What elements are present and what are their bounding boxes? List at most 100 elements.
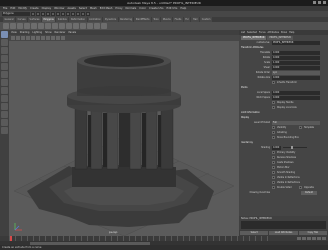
go-to-start-icon[interactable] xyxy=(297,237,301,240)
show-manipulator-icon[interactable] xyxy=(1,87,8,94)
display-handle-checkbox[interactable] xyxy=(272,101,275,104)
snap-curve-icon[interactable] xyxy=(66,12,70,16)
poly-sphere-icon[interactable] xyxy=(3,23,9,29)
lasso-tool-icon[interactable] xyxy=(1,39,8,46)
merge-icon[interactable] xyxy=(94,23,100,29)
graph-layout-icon[interactable] xyxy=(1,119,8,126)
select-button[interactable]: Select xyxy=(240,231,269,235)
play-back-icon[interactable] xyxy=(307,237,311,240)
minimize-icon[interactable] xyxy=(313,1,316,4)
visible-reflections-checkbox[interactable] xyxy=(272,176,275,179)
bbox-checkbox[interactable] xyxy=(272,136,275,139)
append-icon[interactable] xyxy=(73,23,79,29)
lights-icon[interactable] xyxy=(51,36,55,40)
display-axis-checkbox[interactable] xyxy=(272,106,275,109)
scale-field[interactable]: 1.000 xyxy=(272,61,320,65)
camera-icon[interactable] xyxy=(11,36,15,40)
split-icon[interactable] xyxy=(80,23,86,29)
receive-shadows-checkbox[interactable] xyxy=(272,156,275,159)
default-button[interactable]: Default xyxy=(301,190,317,195)
manipulator-tool-icon[interactable] xyxy=(1,71,8,78)
ae-menu-item[interactable]: Help xyxy=(289,30,294,35)
new-scene-icon[interactable] xyxy=(31,12,35,16)
camera-attributes-icon[interactable] xyxy=(16,36,20,40)
poly-cone-icon[interactable] xyxy=(24,23,30,29)
soft-mod-tool-icon[interactable] xyxy=(1,79,8,86)
section-pivots[interactable]: Pivots xyxy=(241,86,248,89)
wireframe-icon[interactable] xyxy=(36,36,40,40)
play-forward-icon[interactable] xyxy=(312,237,316,240)
slider-handle[interactable] xyxy=(291,146,293,149)
bookmark-icon[interactable] xyxy=(21,36,25,40)
combine-icon[interactable] xyxy=(45,23,51,29)
rotate-field[interactable]: 0.000 xyxy=(272,56,320,60)
visibility-checkbox[interactable] xyxy=(272,126,275,129)
rotate-tool-icon[interactable] xyxy=(1,55,8,62)
step-forward-icon[interactable] xyxy=(317,237,321,240)
section-mental-ray[interactable]: mental ray xyxy=(241,141,253,144)
shading-field[interactable]: 0.000 xyxy=(272,146,281,150)
bevel-icon[interactable] xyxy=(101,23,107,29)
select-tool-icon[interactable] xyxy=(1,31,8,38)
3d-scene-view[interactable] xyxy=(9,41,239,236)
translate-field[interactable]: 0.000 xyxy=(272,51,320,55)
poly-plane-icon[interactable] xyxy=(31,23,37,29)
cast-shadows-checkbox[interactable] xyxy=(272,161,275,164)
world-space-field[interactable]: 0.000 xyxy=(272,96,320,100)
hypershade-layout-icon[interactable] xyxy=(1,127,8,134)
extrude-icon[interactable] xyxy=(59,23,65,29)
ae-menu-item[interactable]: Attributes xyxy=(268,30,279,35)
single-layout-icon[interactable] xyxy=(1,95,8,102)
close-icon[interactable] xyxy=(323,1,326,4)
menu-set-dropdown[interactable]: Polygons xyxy=(2,12,30,16)
ghosting-checkbox[interactable] xyxy=(272,131,275,134)
poly-torus-icon[interactable] xyxy=(38,23,44,29)
template-checkbox[interactable] xyxy=(299,126,302,129)
render-icon[interactable] xyxy=(76,12,80,16)
four-layout-icon[interactable] xyxy=(1,103,8,110)
poly-cube-icon[interactable] xyxy=(10,23,16,29)
ae-menu-item[interactable]: Selected xyxy=(247,30,257,35)
select-object-icon[interactable] xyxy=(51,12,55,16)
section-display[interactable]: Display xyxy=(241,116,249,119)
snap-grid-icon[interactable] xyxy=(61,12,65,16)
maximize-icon[interactable] xyxy=(318,1,321,4)
section-transform[interactable]: Transform Attributes xyxy=(241,46,263,49)
select-component-icon[interactable] xyxy=(56,12,60,16)
ae-menu-item[interactable]: List xyxy=(241,30,245,35)
node-name-field[interactable]: PROFIL_INTERIEUR xyxy=(272,41,320,45)
rotate-order-dropdown[interactable]: xyz xyxy=(272,71,320,75)
go-to-end-icon[interactable] xyxy=(322,237,326,240)
notes-textarea[interactable] xyxy=(241,221,326,229)
save-scene-icon[interactable] xyxy=(41,12,45,16)
scale-tool-icon[interactable] xyxy=(1,63,8,70)
grid-icon[interactable] xyxy=(31,36,35,40)
shear-field[interactable]: 0.000 xyxy=(272,66,320,70)
snap-point-icon[interactable] xyxy=(71,12,75,16)
shading-slider[interactable] xyxy=(283,146,307,149)
image-plane-icon[interactable] xyxy=(26,36,30,40)
textured-icon[interactable] xyxy=(46,36,50,40)
copy-tab-button[interactable]: Copy Tab xyxy=(298,231,327,235)
render-settings-icon[interactable] xyxy=(86,12,90,16)
xray-icon[interactable] xyxy=(56,36,60,40)
move-tool-icon[interactable] xyxy=(1,47,8,54)
poly-cylinder-icon[interactable] xyxy=(17,23,23,29)
select-hierarchy-icon[interactable] xyxy=(46,12,50,16)
inherits-checkbox[interactable] xyxy=(272,81,275,84)
lod-dropdown[interactable]: Full xyxy=(272,121,320,125)
smooth-icon[interactable] xyxy=(87,23,93,29)
motion-blur-checkbox[interactable] xyxy=(272,166,275,169)
primary-visibility-checkbox[interactable] xyxy=(272,151,275,154)
load-attributes-button[interactable]: Load Attributes xyxy=(269,231,298,235)
open-scene-icon[interactable] xyxy=(36,12,40,16)
smooth-shade-icon[interactable] xyxy=(41,36,45,40)
visible-refractions-checkbox[interactable] xyxy=(272,181,275,184)
isolate-select-icon[interactable] xyxy=(61,36,65,40)
section-limit[interactable]: Limit Information xyxy=(241,111,260,114)
step-back-icon[interactable] xyxy=(302,237,306,240)
opposite-checkbox[interactable] xyxy=(299,186,302,189)
double-sided-checkbox[interactable] xyxy=(272,186,275,189)
ipr-render-icon[interactable] xyxy=(81,12,85,16)
separate-icon[interactable] xyxy=(52,23,58,29)
